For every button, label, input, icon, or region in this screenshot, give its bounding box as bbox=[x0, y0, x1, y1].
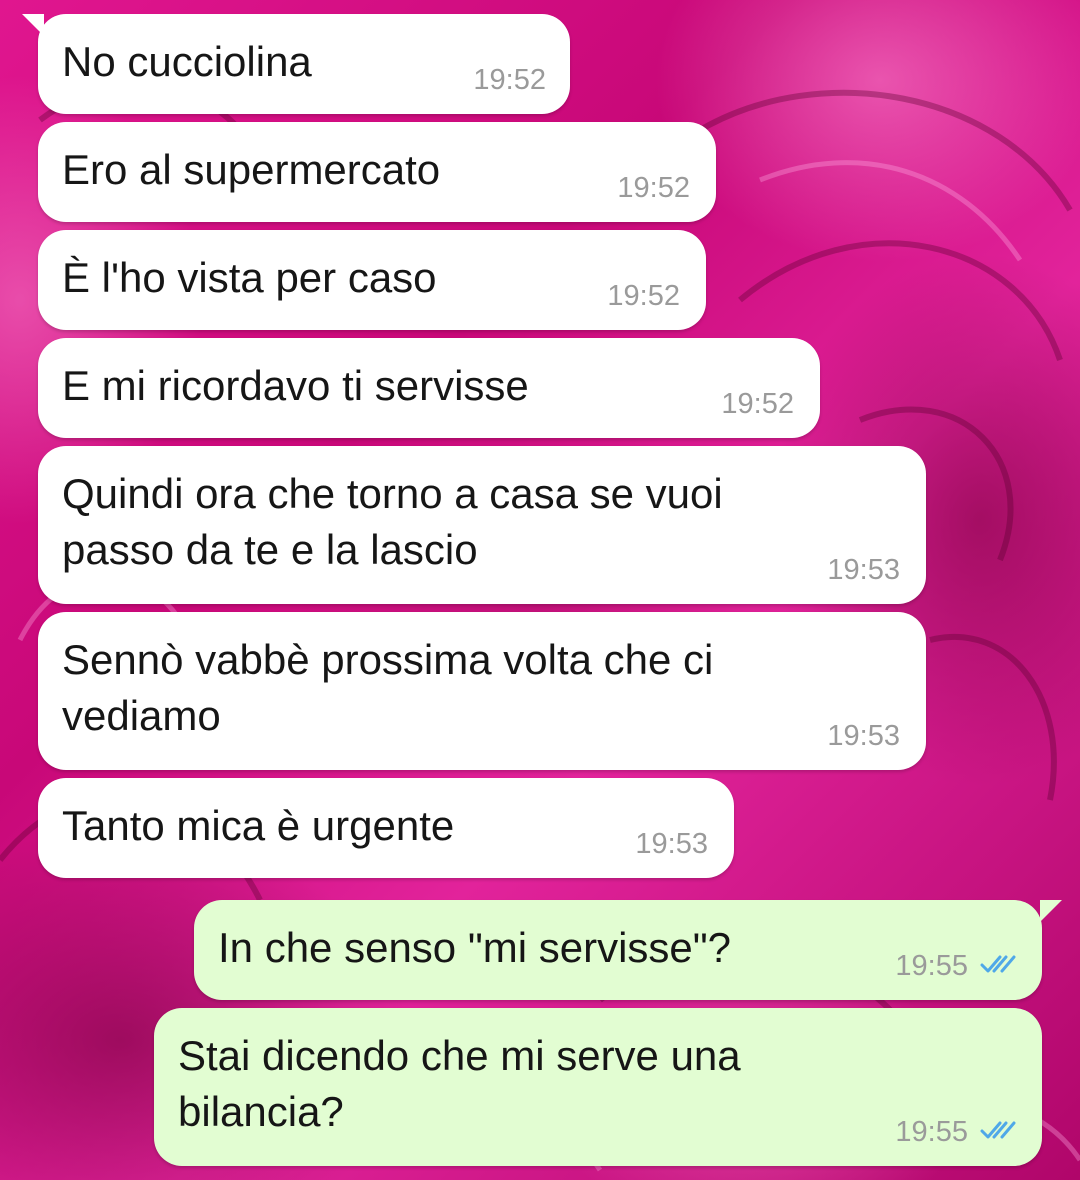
message-text: È l'ho vista per caso bbox=[62, 254, 437, 301]
bubble-tail-icon bbox=[1040, 900, 1062, 922]
message-text: In che senso "mi servisse"? bbox=[218, 924, 732, 971]
message-timestamp: 19:52 bbox=[473, 64, 546, 96]
message-bubble-incoming[interactable]: Quindi ora che torno a casa se vuoi pass… bbox=[38, 446, 926, 604]
message-timestamp: 19:53 bbox=[827, 720, 900, 752]
message-bubble-incoming[interactable]: È l'ho vista per caso 19:52 bbox=[38, 230, 706, 330]
message-bubble-incoming[interactable]: No cucciolina 19:52 bbox=[38, 14, 570, 114]
message-text: E mi ricordavo ti servisse bbox=[62, 362, 529, 409]
message-bubble-outgoing[interactable]: In che senso "mi servisse"? 19:55 bbox=[194, 900, 1042, 1000]
message-text: Tanto mica è urgente bbox=[62, 802, 455, 849]
message-timestamp: 19:52 bbox=[607, 280, 680, 312]
message-text: Ero al supermercato bbox=[62, 146, 441, 193]
message-text-line: bilancia? bbox=[178, 1088, 344, 1135]
message-timestamp: 19:52 bbox=[617, 172, 690, 204]
message-bubble-incoming[interactable]: E mi ricordavo ti servisse 19:52 bbox=[38, 338, 820, 438]
bubble-tail-icon bbox=[22, 14, 44, 36]
message-text-line: Quindi ora che torno a casa se vuoi bbox=[62, 470, 723, 517]
message-text-line: Stai dicendo che mi serve una bbox=[178, 1032, 741, 1079]
message-bubble-incoming[interactable]: Ero al supermercato 19:52 bbox=[38, 122, 716, 222]
message-bubble-outgoing[interactable]: Stai dicendo che mi serve una bilancia? … bbox=[154, 1008, 1042, 1166]
message-text-line: passo da te e la lascio bbox=[62, 526, 478, 573]
double-check-icon bbox=[980, 955, 1016, 973]
message-timestamp: 19:52 bbox=[721, 388, 794, 420]
message-timestamp: 19:53 bbox=[827, 554, 900, 586]
message-bubble-incoming[interactable]: Sennò vabbè prossima volta che ci vediam… bbox=[38, 612, 926, 770]
double-check-icon bbox=[980, 1121, 1016, 1139]
message-timestamp: 19:53 bbox=[635, 828, 708, 860]
message-text-line: Sennò vabbè prossima volta che ci bbox=[62, 636, 714, 683]
message-text: No cucciolina bbox=[62, 38, 312, 85]
message-timestamp: 19:55 bbox=[895, 950, 968, 982]
message-bubble-incoming[interactable]: Tanto mica è urgente 19:53 bbox=[38, 778, 734, 878]
message-timestamp: 19:55 bbox=[895, 1116, 968, 1148]
message-text-line: vediamo bbox=[62, 692, 221, 739]
